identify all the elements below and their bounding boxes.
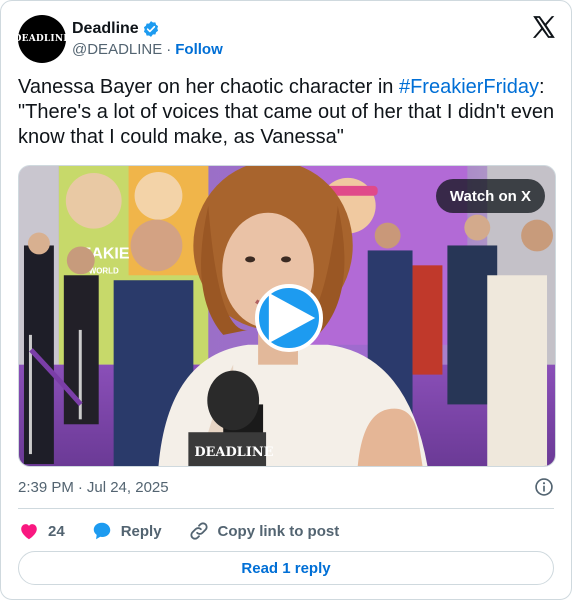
handle-separator: · (166, 41, 172, 58)
play-icon (268, 292, 316, 344)
like-count: 24 (48, 522, 65, 540)
divider (18, 508, 554, 509)
embedded-post-card: DEADLINE Deadline @DEADLINE · Follow Van… (0, 0, 572, 600)
read-replies-button[interactable]: Read 1 reply (18, 551, 554, 585)
post-text-start: Vanessa Bayer on her chaotic character i… (18, 76, 399, 98)
name-row: Deadline (72, 20, 223, 38)
heart-icon (21, 524, 37, 540)
link-icon (189, 522, 208, 540)
reply-bubble-icon (93, 522, 110, 540)
video-media[interactable]: EAKIE WORLD DEADLINE Watch on X (18, 165, 556, 467)
avatar-logo-text: DEADLINE (13, 34, 71, 44)
author-handle[interactable]: @DEADLINE (72, 41, 162, 58)
reply-label: Reply (120, 522, 162, 540)
x-logo-icon[interactable] (531, 14, 557, 40)
meta-separator: · (77, 478, 83, 496)
post-time: 2:39 PM (18, 478, 74, 496)
post-timestamp[interactable]: 2:39 PM · Jul 24, 2025 (18, 477, 554, 497)
verified-badge-icon (143, 21, 158, 37)
follow-button[interactable]: Follow (175, 41, 223, 58)
watch-on-x-button[interactable]: Watch on X (435, 179, 545, 213)
info-icon[interactable] (534, 477, 554, 497)
copy-link-label: Copy link to post (217, 522, 340, 540)
action-bar: 24 Reply Copy link to post (18, 517, 554, 545)
author-display-name[interactable]: Deadline (72, 20, 139, 38)
post-header: DEADLINE Deadline @DEADLINE · Follow (14, 14, 557, 64)
copy-link-button[interactable]: Copy link to post (188, 520, 340, 542)
mic-flag-text: DEADLINE (194, 445, 273, 460)
reply-button[interactable]: Reply (91, 520, 162, 542)
post-date: Jul 24, 2025 (86, 478, 169, 496)
post-text: Vanessa Bayer on her chaotic character i… (18, 75, 563, 150)
author-info: Deadline @DEADLINE · Follow (72, 20, 223, 58)
hashtag-link[interactable]: #FreakierFriday (399, 76, 539, 98)
avatar[interactable]: DEADLINE (14, 15, 70, 63)
like-button[interactable]: 24 (18, 520, 65, 542)
play-button[interactable] (255, 284, 323, 352)
poster-subtitle-text: WORLD (89, 266, 119, 275)
handle-row: @DEADLINE · Follow (72, 41, 223, 58)
